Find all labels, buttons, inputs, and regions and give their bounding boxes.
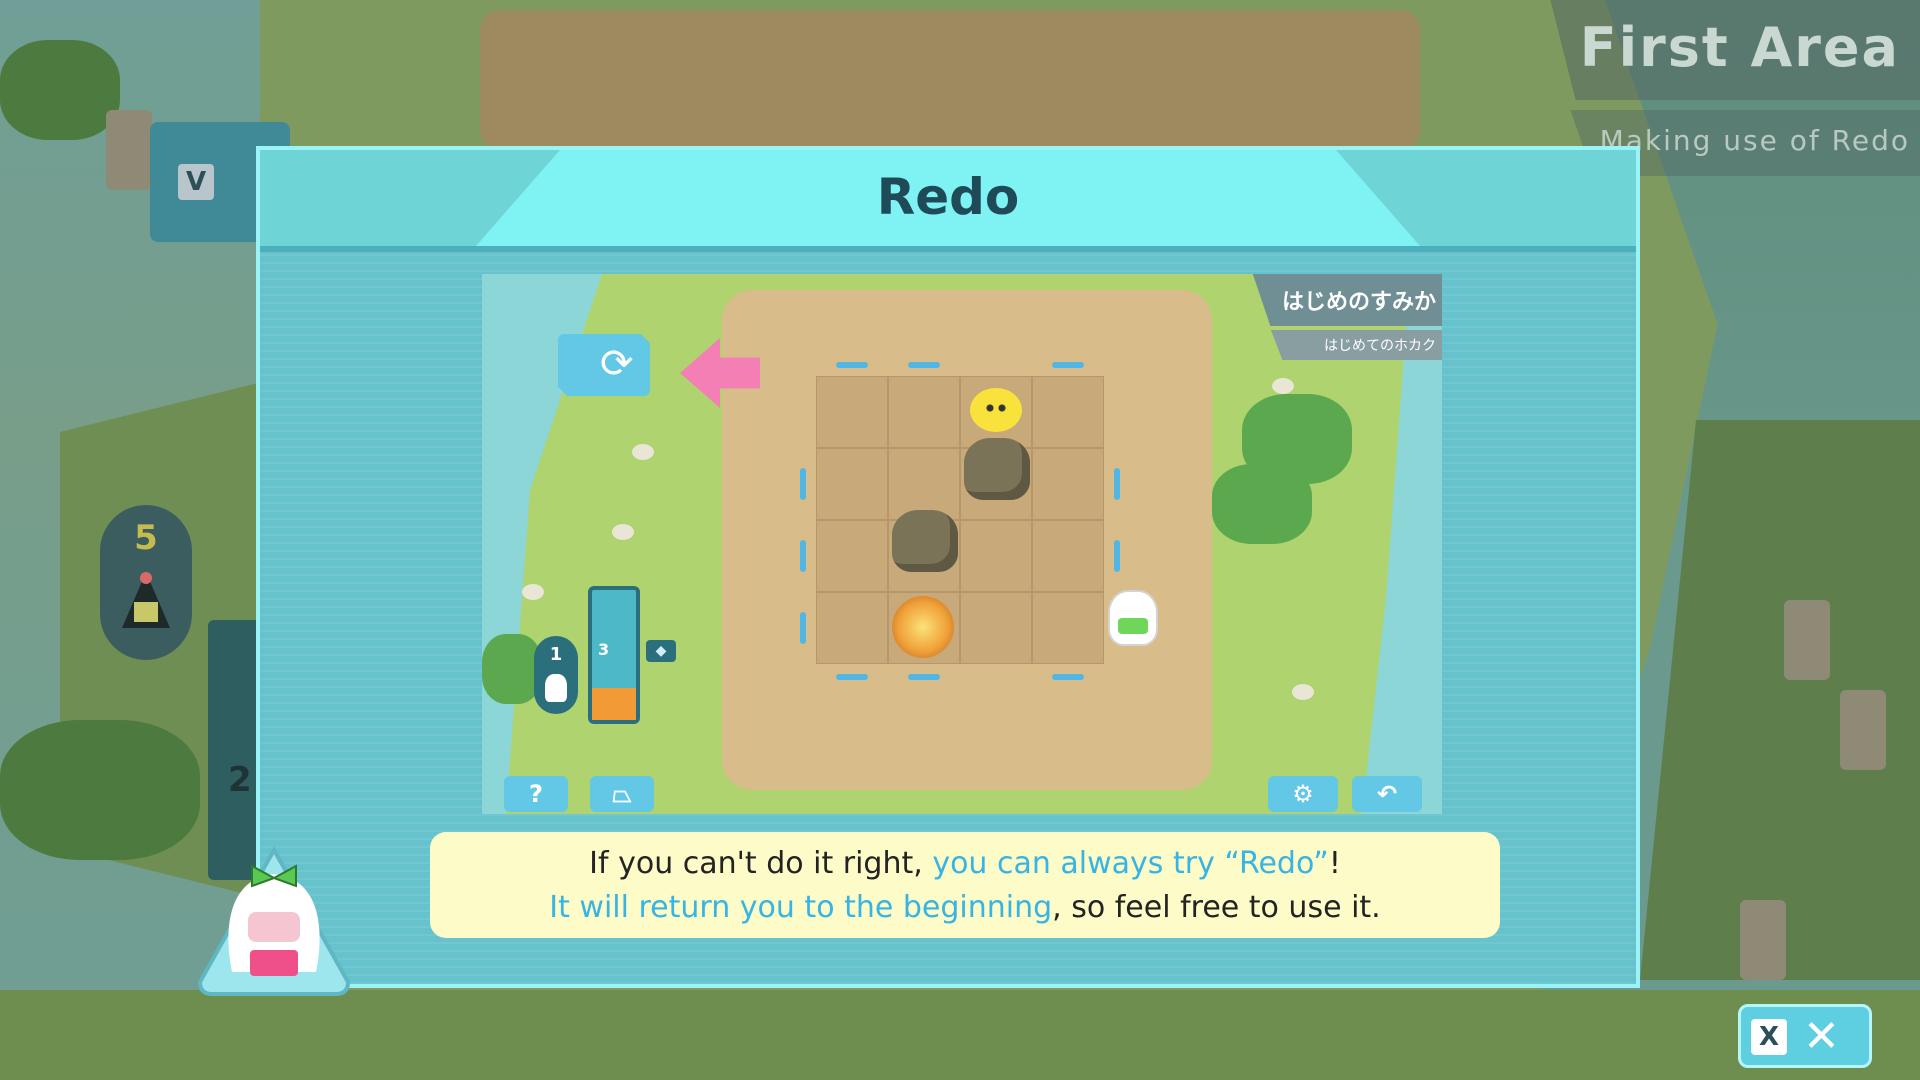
chick-creature — [970, 388, 1022, 432]
robot-character — [1108, 590, 1158, 646]
preview-undo-button: ↶ — [1352, 776, 1422, 812]
preview-energy-battery — [588, 586, 640, 724]
preview-settings-button: ⚙ — [1268, 776, 1338, 812]
preview-area-subtitle: はじめてのホカク — [1324, 338, 1436, 354]
bush — [0, 720, 200, 860]
bottom-cliff — [0, 990, 1920, 1080]
preview-pebble — [632, 444, 654, 460]
preview-pebble — [1272, 378, 1294, 394]
dirt-field — [480, 10, 1420, 150]
glowing-hole — [892, 596, 954, 658]
preview-pebble — [612, 524, 634, 540]
tree-stump — [1740, 900, 1786, 980]
grid-edge-marker — [1114, 468, 1120, 500]
preview-pebble — [1292, 684, 1314, 700]
grid-cell — [888, 376, 960, 448]
grid-edge-marker — [908, 362, 940, 368]
preview-count-value: 1 — [549, 644, 563, 665]
grid-edge-marker — [836, 362, 868, 368]
area-title: First Area — [1579, 16, 1900, 79]
game-screen: First Area Making use of Redo V 5 2 Redo — [0, 0, 1920, 1080]
preview-area-title: はじめのすみか — [1281, 290, 1436, 315]
boulder — [892, 510, 958, 572]
boulder — [964, 438, 1030, 500]
preview-help-button: ? — [504, 776, 568, 812]
message-text: If you can't do it right, — [589, 846, 933, 881]
preview-hint-button: ⏢ — [590, 776, 654, 812]
message-highlight: It will return you to the beginning — [549, 890, 1053, 925]
grid-edge-marker — [800, 540, 806, 572]
tree-stump — [106, 110, 152, 190]
dialog-title: Redo — [876, 168, 1020, 226]
area-subtitle: Making use of Redo — [1599, 124, 1910, 157]
character-icon — [122, 572, 170, 628]
grid-cell — [1032, 448, 1104, 520]
hint-icon: ⏢ — [612, 780, 632, 808]
x-key-icon: X — [1751, 1019, 1787, 1055]
grid-edge-marker — [800, 468, 806, 500]
character-icon — [545, 674, 567, 702]
grid-cell — [960, 520, 1032, 592]
close-icon: ✕ — [1803, 1011, 1840, 1062]
tutorial-dialog: Redo はじめのすみか はじめてのホカク ⟳ 3 ◆ 1 ? ⏢ ⚙ ↶ If… — [256, 146, 1640, 988]
tree-stump — [1784, 600, 1830, 680]
message-line-2: It will return you to the beginning, so … — [430, 890, 1500, 925]
guide-mascot — [197, 845, 351, 996]
message-highlight: you can always try “Redo” — [932, 846, 1329, 881]
grid-edge-marker — [1114, 540, 1120, 572]
gem-icon: ◆ — [646, 640, 676, 662]
grid-cell — [1032, 592, 1104, 664]
energy-value: 2 — [228, 760, 252, 800]
battery-value: 3 — [598, 640, 610, 659]
message-text: ! — [1328, 846, 1341, 881]
grid-edge-marker — [1052, 362, 1084, 368]
preview-tree — [482, 634, 542, 704]
grid-cell — [816, 592, 888, 664]
remaining-count: 5 — [134, 518, 158, 558]
preview-tree — [1212, 464, 1312, 544]
grid-edge-marker — [800, 612, 806, 644]
preview-pebble — [522, 584, 544, 600]
grid-cell — [816, 520, 888, 592]
message-text: , so feel free to use it. — [1052, 890, 1381, 925]
tutorial-preview-image: はじめのすみか はじめてのホカク ⟳ 3 ◆ 1 ? ⏢ ⚙ ↶ — [482, 274, 1442, 814]
grid-edge-marker — [836, 674, 868, 680]
battery-fill — [592, 687, 636, 720]
preview-puzzle-grid — [816, 376, 1104, 664]
grid-edge-marker — [1052, 674, 1084, 680]
header-rule — [260, 246, 1636, 252]
message-line-1: If you can't do it right, you can always… — [430, 846, 1500, 881]
grid-cell — [1032, 520, 1104, 592]
grid-cell — [816, 448, 888, 520]
grid-cell — [960, 592, 1032, 664]
tree-stump — [1840, 690, 1886, 770]
grid-edge-marker — [908, 674, 940, 680]
bush — [0, 40, 120, 140]
tutorial-message-box: If you can't do it right, you can always… — [430, 832, 1500, 938]
redo-icon: ⟳ — [600, 341, 634, 387]
grid-cell — [1032, 376, 1104, 448]
close-button[interactable]: X ✕ — [1738, 1004, 1872, 1068]
gear-icon: ⚙ — [1292, 780, 1314, 808]
v-key-icon: V — [178, 164, 214, 200]
grid-cell — [816, 376, 888, 448]
undo-icon: ↶ — [1376, 780, 1398, 808]
